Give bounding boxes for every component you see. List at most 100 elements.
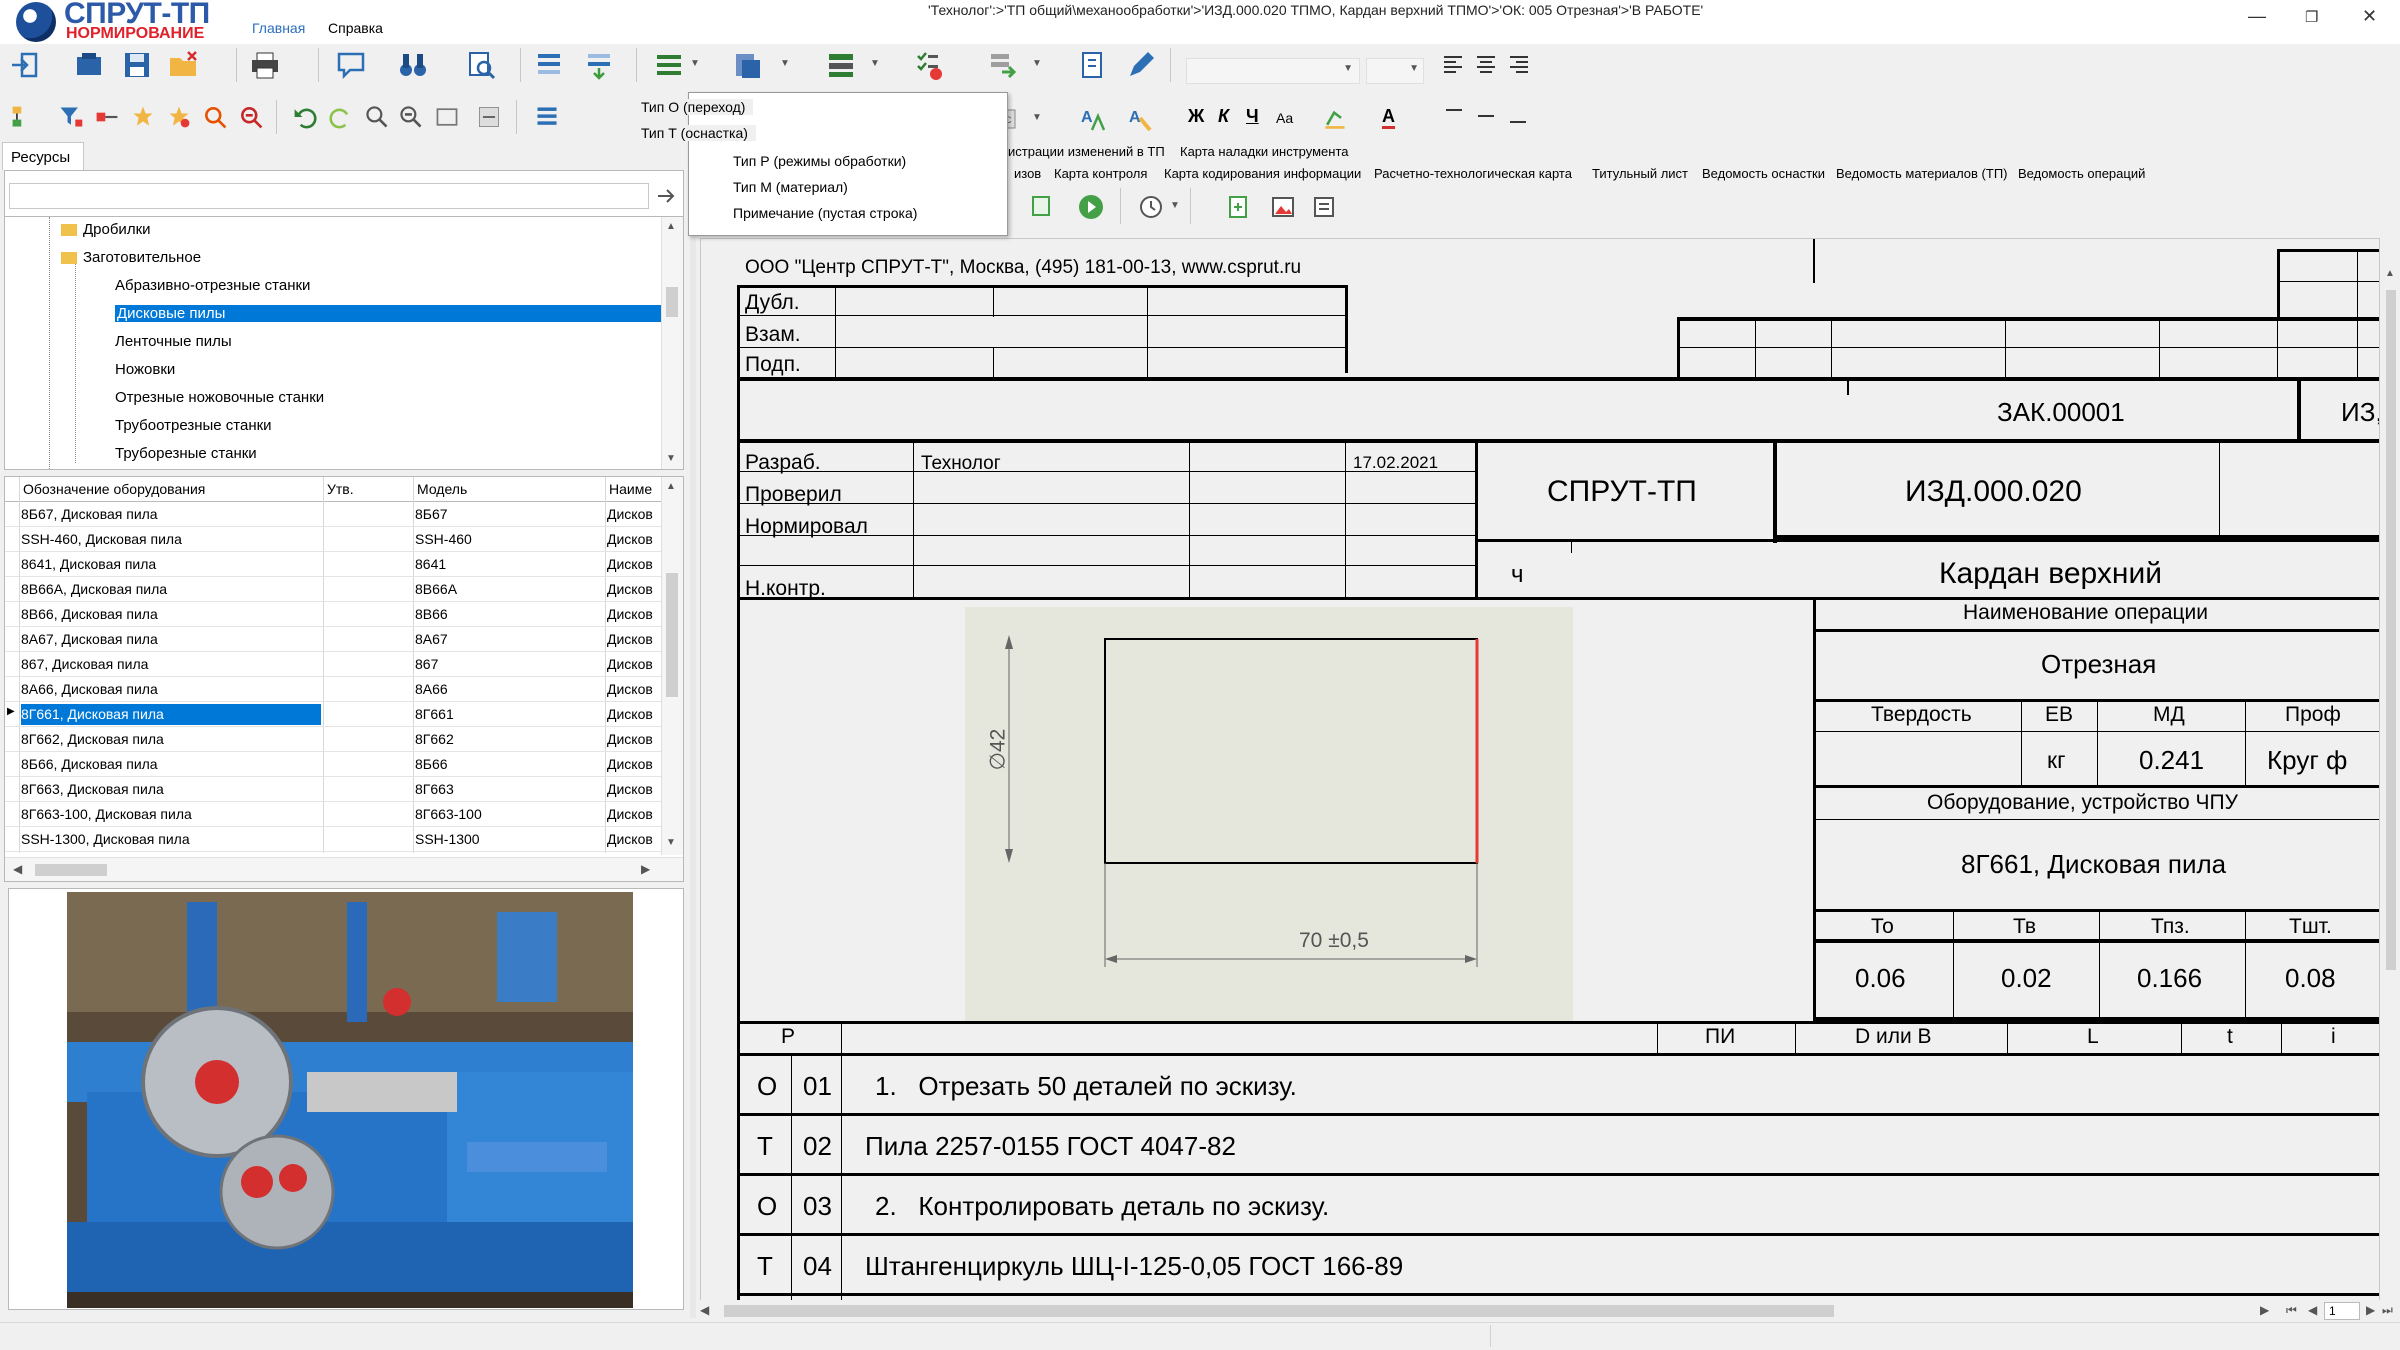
chevron-down-icon[interactable]: ▼ xyxy=(690,58,700,69)
comment-icon[interactable] xyxy=(336,50,366,80)
add-star-icon[interactable] xyxy=(130,104,156,130)
font-color-button[interactable]: A xyxy=(1382,106,1395,129)
menu-item-type-p[interactable]: Тип Р (режимы обработки) xyxy=(733,153,906,169)
chevron-down-icon[interactable]: ▼ xyxy=(1032,112,1042,123)
font-size-select[interactable]: ▼ xyxy=(1366,58,1424,84)
menu-item-note[interactable]: Примечание (пустая строка) xyxy=(733,205,917,221)
document-vscrollbar[interactable]: ▲ ▼ xyxy=(2382,264,2400,1308)
zoom-remove-icon[interactable] xyxy=(238,104,264,130)
collapse-icon[interactable] xyxy=(476,104,502,130)
row-text[interactable]: 2. Контролировать деталь по эскизу. xyxy=(875,1191,1329,1222)
insert-above-icon[interactable] xyxy=(534,50,564,80)
table-header[interactable]: Модель xyxy=(417,481,467,497)
text-case-button[interactable]: Aa xyxy=(1276,110,1293,126)
maximize-button[interactable]: ❐ xyxy=(2305,8,2318,26)
tab-materials-list[interactable]: Ведомость материалов (ТП) xyxy=(1836,166,2008,181)
folder-close-icon[interactable] xyxy=(168,50,198,80)
menu-help[interactable]: Справка xyxy=(328,20,383,36)
zoom-in-icon[interactable] xyxy=(364,104,390,130)
tree-add-icon[interactable] xyxy=(10,104,36,130)
tab-operations-list[interactable]: Ведомость операций xyxy=(2018,166,2145,181)
table-header[interactable]: Утв. xyxy=(327,481,354,497)
italic-button[interactable]: К xyxy=(1218,106,1229,127)
tree-item[interactable]: Дробилки xyxy=(61,221,151,238)
resources-search-input[interactable] xyxy=(9,183,649,209)
search-document-icon[interactable] xyxy=(466,50,496,80)
table-header[interactable]: Наиме xyxy=(609,481,652,497)
row-text[interactable]: 1. Отрезать 50 деталей по эскизу. xyxy=(875,1071,1297,1102)
menu-home[interactable]: Главная xyxy=(252,20,305,36)
next-page-icon[interactable]: ▶ xyxy=(2366,1303,2375,1317)
zoom-add-icon[interactable] xyxy=(202,104,228,130)
login-icon[interactable] xyxy=(10,50,40,80)
table-hscrollbar-thumb[interactable] xyxy=(35,864,107,876)
tab-tooling-list[interactable]: Ведомость оснастки xyxy=(1702,166,1825,181)
align-center-icon[interactable] xyxy=(1474,52,1498,76)
tree-item[interactable]: Ленточные пилы xyxy=(115,333,232,350)
clock-icon[interactable] xyxy=(1138,194,1164,220)
table-vscrollbar[interactable]: ▲ ▼ xyxy=(661,477,683,855)
open-icon[interactable] xyxy=(74,50,104,80)
document-icon[interactable] xyxy=(1030,194,1054,218)
menu-item-type-t[interactable]: Тип Т (оснастка) xyxy=(633,125,756,141)
tab-control-card[interactable]: Карта контроля xyxy=(1054,166,1147,181)
highlight-icon[interactable] xyxy=(1322,104,1348,130)
menu-item-type-m[interactable]: Тип М (материал) xyxy=(733,179,848,195)
valign-bottom-icon[interactable] xyxy=(1506,104,1530,128)
chevron-down-icon[interactable]: ▼ xyxy=(870,58,880,69)
tab-coding-card[interactable]: Карта кодирования информации xyxy=(1164,166,1361,181)
valign-top-icon[interactable] xyxy=(1442,104,1466,128)
list-icon[interactable] xyxy=(654,50,684,80)
tree-scrollbar[interactable]: ▲ ▼ xyxy=(661,217,683,469)
tab-tool-setup-card[interactable]: Карта наладки инструмента xyxy=(1180,144,1349,159)
chevron-down-icon[interactable]: ▼ xyxy=(780,58,790,69)
tree-item[interactable]: Труборезные станки xyxy=(115,445,257,462)
page-settings-icon[interactable] xyxy=(1312,194,1338,220)
table-hscrollbar[interactable]: ◀ ▶ xyxy=(5,857,683,881)
text-format-icon[interactable]: A xyxy=(1126,104,1156,134)
link-icon[interactable] xyxy=(94,104,120,130)
row-text[interactable]: Штангенциркуль ШЦ-I-125-0,05 ГОСТ 166-89 xyxy=(865,1251,1403,1282)
image-icon[interactable] xyxy=(1270,194,1296,220)
save-icon[interactable] xyxy=(122,50,152,80)
tab-resources[interactable]: Ресурсы xyxy=(2,142,84,170)
tab-title-page[interactable]: Титульный лист xyxy=(1592,166,1688,181)
document-hscrollbar-thumb[interactable] xyxy=(724,1305,1834,1317)
add-page-icon[interactable] xyxy=(1226,194,1252,220)
copy-icon[interactable] xyxy=(434,104,460,130)
align-left-icon[interactable] xyxy=(1442,52,1466,76)
table-vscrollbar-thumb[interactable] xyxy=(666,573,678,697)
play-icon[interactable] xyxy=(1078,194,1104,220)
chevron-down-icon[interactable]: ▼ xyxy=(1170,200,1180,211)
prev-page-icon[interactable]: ◀ xyxy=(2308,1303,2317,1317)
checklist-icon[interactable] xyxy=(914,50,944,80)
undo-icon[interactable] xyxy=(292,104,318,130)
first-page-icon[interactable]: ⏮ xyxy=(2286,1303,2297,1318)
tree-item[interactable]: Абразивно-отрезные станки xyxy=(115,277,310,294)
table-header[interactable]: Обозначение оборудования xyxy=(23,481,205,497)
zoom-out-icon[interactable] xyxy=(398,104,424,130)
document-hscrollbar[interactable]: ◀ ▶ ⏮ ◀ 1 ▶ ⏭ xyxy=(696,1300,2400,1322)
close-window-button[interactable]: ✕ xyxy=(2362,6,2377,27)
redo-icon[interactable] xyxy=(328,104,354,130)
print-icon[interactable] xyxy=(250,50,280,80)
last-page-icon[interactable]: ⏭ xyxy=(2382,1303,2393,1318)
tree-scrollbar-thumb[interactable] xyxy=(666,287,678,317)
tree-item[interactable]: Ножовки xyxy=(115,361,175,378)
document-vscrollbar-thumb[interactable] xyxy=(2386,290,2396,970)
minimize-button[interactable]: — xyxy=(2248,6,2266,27)
tree-item[interactable]: Дисковые пилы xyxy=(115,305,661,322)
text-style-icon[interactable]: A xyxy=(1078,104,1108,134)
valign-middle-icon[interactable] xyxy=(1474,104,1498,128)
tree-item[interactable]: Заготовительное xyxy=(61,249,201,266)
align-right-icon[interactable] xyxy=(1506,52,1530,76)
edit-text-icon[interactable] xyxy=(1078,50,1108,80)
pen-icon[interactable] xyxy=(1126,50,1156,80)
font-family-select[interactable]: ▼ xyxy=(1186,58,1360,84)
insert-row-icon[interactable] xyxy=(534,104,560,130)
tree-item[interactable]: Трубоотрезные станки xyxy=(115,417,272,434)
underline-button[interactable]: Ч xyxy=(1246,106,1259,127)
page-number-input[interactable]: 1 xyxy=(2324,1302,2360,1320)
clipboard-icon[interactable] xyxy=(732,50,762,80)
bold-button[interactable]: Ж xyxy=(1188,106,1204,127)
